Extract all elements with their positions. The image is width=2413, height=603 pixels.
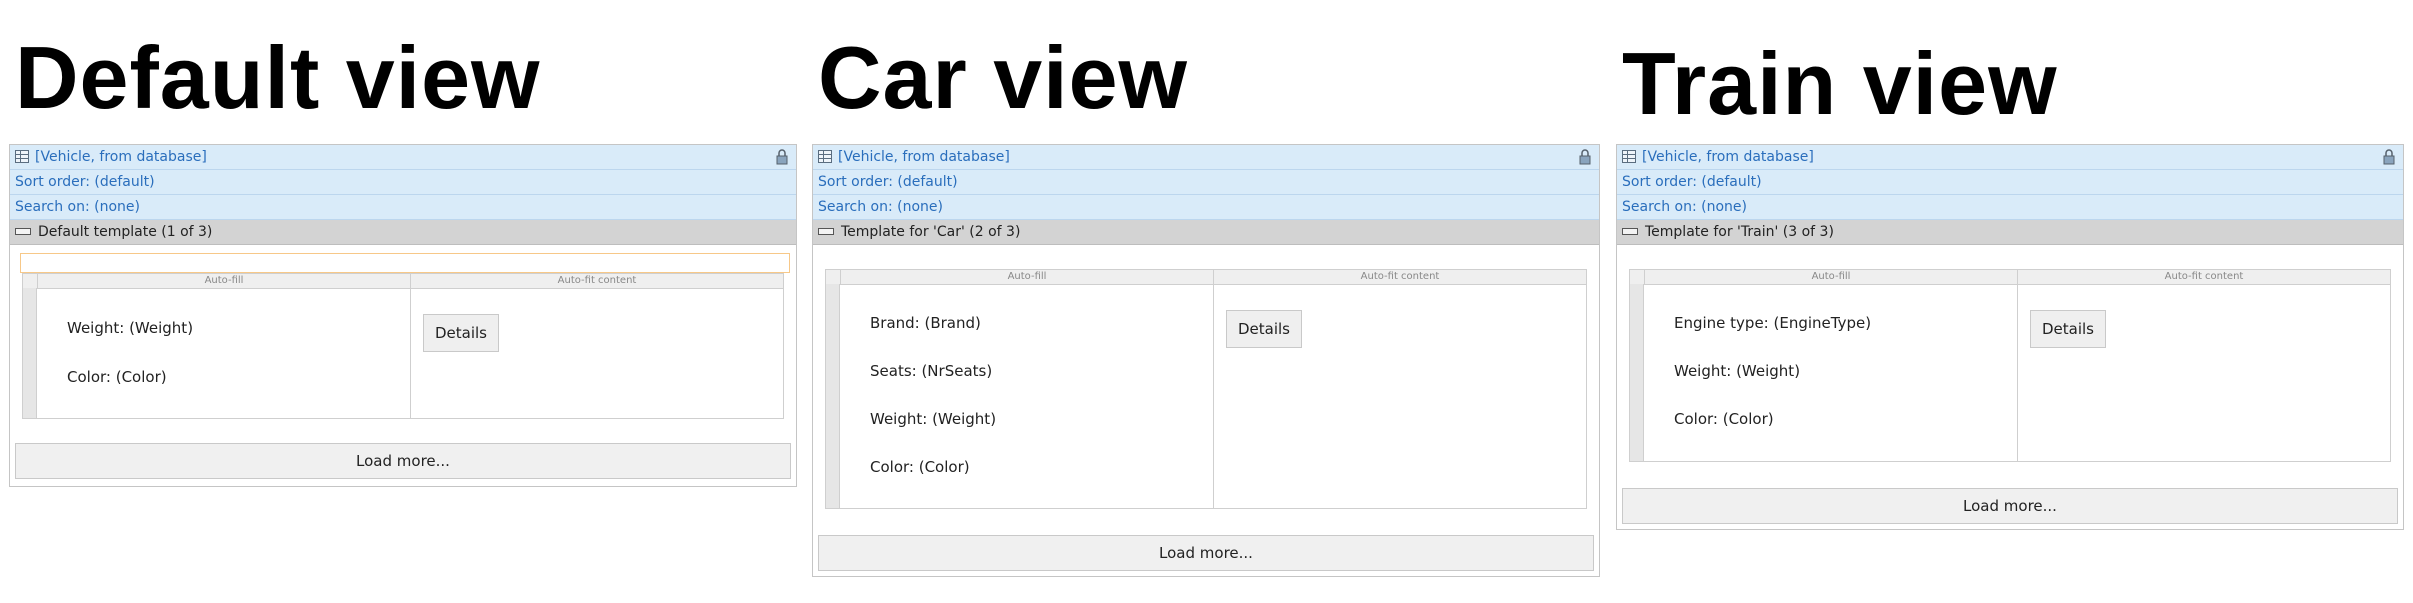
column-header-auto-fit: Auto-fit content [1213,270,1586,285]
datasource-bar[interactable]: [Vehicle, from database] [813,145,1599,170]
row-gutter [1630,284,1644,461]
template-label: Default template (1 of 3) [38,224,213,240]
template-label: Template for 'Car' (2 of 3) [841,224,1021,240]
datasource-bar[interactable]: [Vehicle, from database] [1617,145,2403,170]
datasource-label: [Vehicle, from database] [838,149,1010,165]
search-on-bar[interactable]: Search on: (none) [10,195,796,220]
lock-icon[interactable] [2381,149,2397,165]
field-seats: Seats: (NrSeats) [870,362,993,380]
details-button[interactable]: Details [423,314,499,352]
column-header-auto-fill: Auto-fill [840,270,1213,285]
collapse-icon[interactable] [15,227,31,235]
auto-fill-cell: Weight: (Weight) Color: (Color) [37,288,410,418]
list-panel: [Vehicle, from database] Sort order: (de… [812,144,1600,577]
datasource-bar[interactable]: [Vehicle, from database] [10,145,796,170]
template-content: Auto-fill Auto-fit content Engine type: … [1617,245,2403,462]
column-header-auto-fit: Auto-fit content [2017,270,2390,285]
template-grid: Auto-fill Auto-fit content Brand: (Brand… [825,269,1587,509]
grid-corner [1630,270,1644,285]
column-header-auto-fit: Auto-fit content [410,274,783,289]
view-title: Car view [818,28,1188,127]
auto-fill-cell: Brand: (Brand) Seats: (NrSeats) Weight: … [840,284,1213,508]
datasource-icon [1622,149,1636,163]
collapse-icon[interactable] [818,227,834,235]
template-label: Template for 'Train' (3 of 3) [1645,224,1834,240]
lock-icon[interactable] [774,149,790,165]
template-content: Auto-fill Auto-fit content Weight: (Weig… [10,253,796,419]
auto-fit-cell: Details [1213,284,1586,508]
lock-icon[interactable] [1577,149,1593,165]
template-bar[interactable]: Template for 'Train' (3 of 3) [1617,220,2403,245]
details-button[interactable]: Details [2030,310,2106,348]
list-panel: [Vehicle, from database] Sort order: (de… [9,144,797,487]
load-more-button[interactable]: Load more... [1622,488,2398,524]
auto-fit-cell: Details [410,288,783,418]
field-weight: Weight: (Weight) [67,319,194,337]
collapse-icon[interactable] [1622,227,1638,235]
template-bar[interactable]: Template for 'Car' (2 of 3) [813,220,1599,245]
field-color: Color: (Color) [1674,410,1774,428]
field-weight: Weight: (Weight) [870,410,997,428]
column-header-auto-fill: Auto-fill [1644,270,2017,285]
auto-fill-cell: Engine type: (EngineType) Weight: (Weigh… [1644,284,2017,461]
auto-fit-cell: Details [2017,284,2390,461]
sort-order-bar[interactable]: Sort order: (default) [1617,170,2403,195]
field-weight: Weight: (Weight) [1674,362,1801,380]
template-bar[interactable]: Default template (1 of 3) [10,220,796,245]
list-panel: [Vehicle, from database] Sort order: (de… [1616,144,2404,530]
field-color: Color: (Color) [870,458,970,476]
sort-order-bar[interactable]: Sort order: (default) [10,170,796,195]
view-title: Train view [1622,34,2058,133]
load-more-button[interactable]: Load more... [15,443,791,479]
search-on-bar[interactable]: Search on: (none) [1617,195,2403,220]
details-button[interactable]: Details [1226,310,1302,348]
load-more-button[interactable]: Load more... [818,535,1594,571]
grid-corner [23,274,37,289]
grid-corner [826,270,840,285]
row-gutter [826,284,840,508]
field-color: Color: (Color) [67,368,167,386]
sort-order-bar[interactable]: Sort order: (default) [813,170,1599,195]
column-header-auto-fill: Auto-fill [37,274,410,289]
field-brand: Brand: (Brand) [870,314,981,332]
datasource-label: [Vehicle, from database] [35,149,207,165]
view-title: Default view [15,28,541,127]
template-grid: Auto-fill Auto-fit content Engine type: … [1629,269,2391,462]
datasource-label: [Vehicle, from database] [1642,149,1814,165]
field-engine-type: Engine type: (EngineType) [1674,314,1872,332]
row-gutter [23,288,37,418]
selection-highlight [20,253,790,273]
template-grid: Auto-fill Auto-fit content Weight: (Weig… [22,273,784,419]
datasource-icon [15,149,29,163]
datasource-icon [818,149,832,163]
template-content: Auto-fill Auto-fit content Brand: (Brand… [813,245,1599,509]
search-on-bar[interactable]: Search on: (none) [813,195,1599,220]
